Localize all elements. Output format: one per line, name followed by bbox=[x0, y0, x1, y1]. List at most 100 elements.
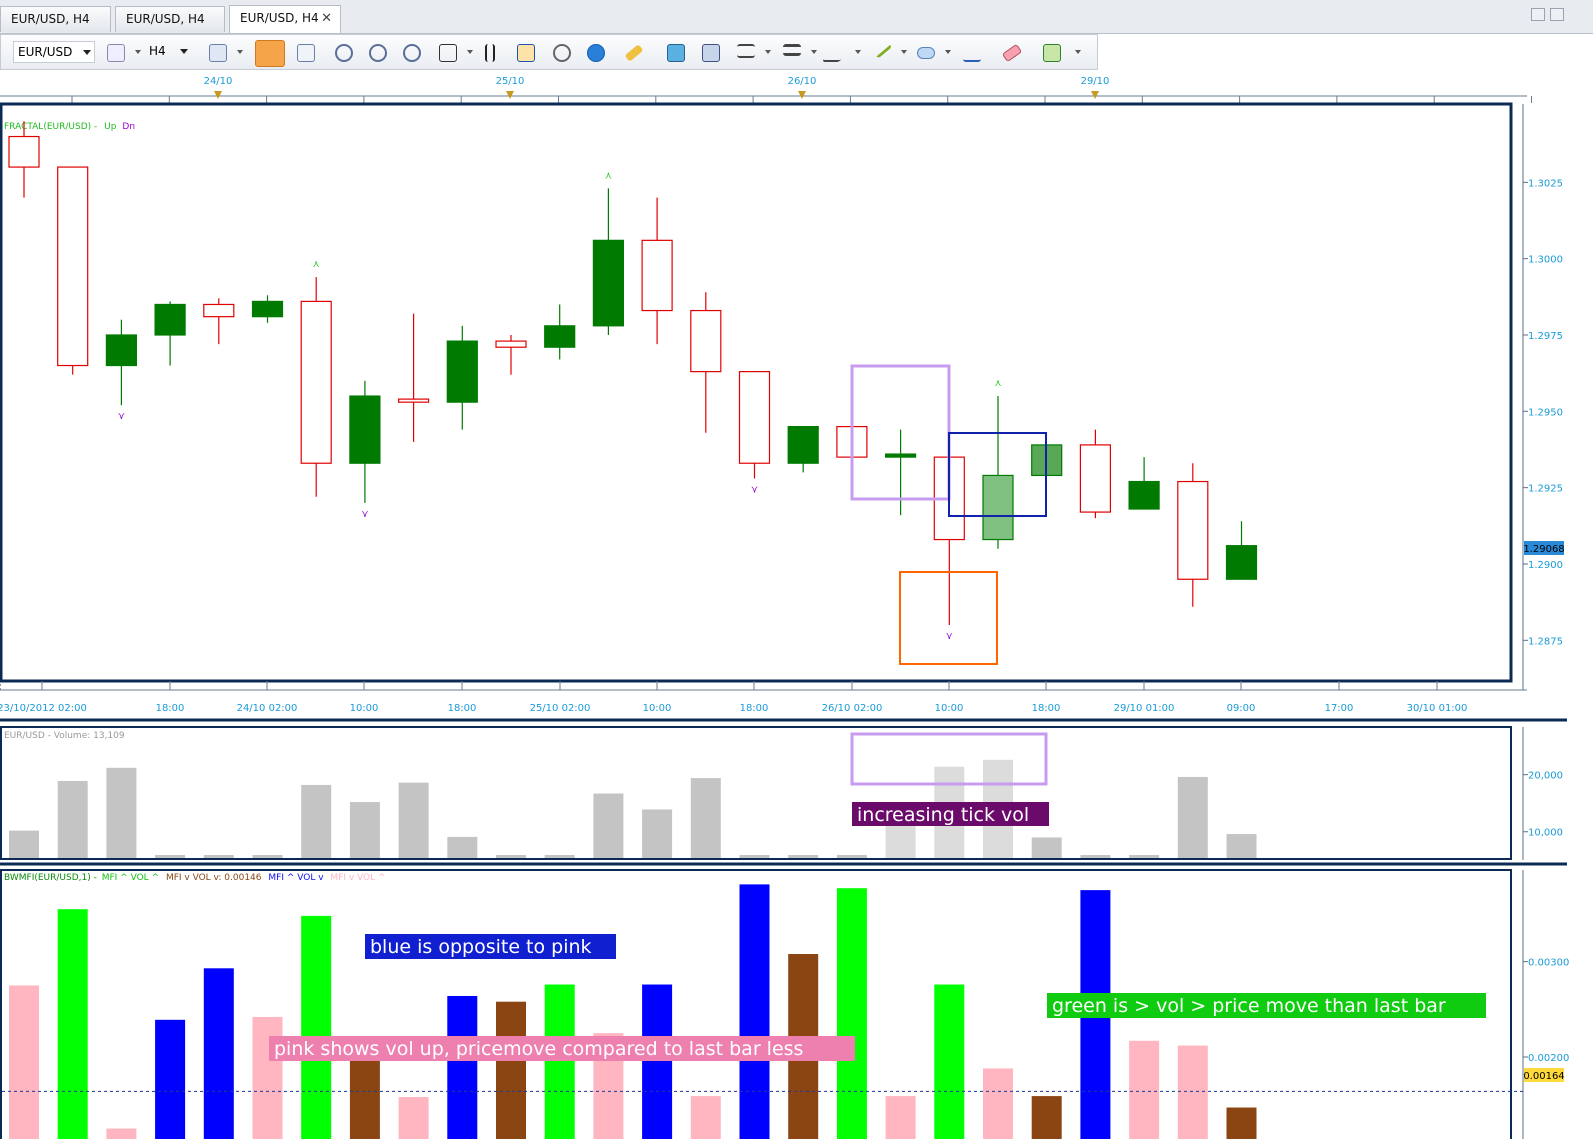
bwmfi-bar bbox=[885, 1096, 916, 1139]
bwmfi-bar bbox=[57, 909, 88, 1139]
price-tick-label: 1.2875 bbox=[1528, 636, 1563, 647]
candle-body bbox=[446, 340, 478, 403]
bwmfi-value-label: 0.00164 bbox=[1523, 1071, 1564, 1082]
time-label: 18:00 bbox=[740, 703, 769, 714]
time-label: 29/10 01:00 bbox=[1114, 703, 1175, 714]
candle-body bbox=[398, 398, 430, 403]
bwmfi-bar bbox=[252, 1016, 283, 1139]
bwmfi-bar bbox=[9, 985, 39, 1139]
candle bbox=[57, 166, 89, 375]
bwmfi-bar bbox=[934, 984, 965, 1139]
volume-legend: EUR/USD - Volume: 13,109 bbox=[4, 731, 125, 741]
volume-bar bbox=[349, 802, 380, 858]
volume-panel-border bbox=[0, 726, 1512, 860]
bwmfi-bar bbox=[398, 1097, 429, 1139]
time-label: 18:00 bbox=[1032, 703, 1061, 714]
price-tick-label: 1.2900 bbox=[1528, 560, 1563, 571]
volume-bar bbox=[9, 830, 39, 858]
volume-bar bbox=[496, 855, 526, 858]
time-label: 17:00 bbox=[1325, 703, 1354, 714]
volume-bar bbox=[1177, 776, 1208, 858]
volume-bar bbox=[203, 855, 234, 858]
volume-bar bbox=[544, 855, 575, 858]
bwmfi-bar bbox=[836, 888, 867, 1139]
price-tick-label: 1.2925 bbox=[1528, 484, 1563, 495]
candle-body bbox=[105, 334, 138, 367]
volume-bar bbox=[593, 793, 624, 858]
time-label: 25/10 02:00 bbox=[530, 703, 591, 714]
time-label: 18:00 bbox=[156, 703, 185, 714]
bwmfi-bar bbox=[447, 995, 478, 1139]
volume-bar bbox=[1031, 837, 1062, 858]
bwmfi-bar bbox=[739, 884, 770, 1139]
annotation-increasing-tick-vol[interactable]: increasing tick vol bbox=[857, 804, 1029, 826]
fractal-up-icon: ⋏ bbox=[605, 170, 612, 181]
volume-bar bbox=[106, 767, 137, 858]
volume-bar bbox=[252, 855, 283, 858]
candle-body bbox=[8, 135, 40, 168]
fractal-down-icon: ⋎ bbox=[361, 509, 368, 520]
fractal-down-icon: ⋎ bbox=[751, 484, 758, 495]
top-date-label: 26/10 bbox=[788, 76, 817, 87]
candle-body bbox=[1177, 480, 1209, 580]
top-axis: 24/10 25/10 26/10 29/10 bbox=[71, 76, 1532, 103]
date-marker-icon bbox=[798, 91, 806, 99]
price-tick-label: 1.2975 bbox=[1528, 331, 1563, 342]
volume-bar bbox=[57, 780, 88, 858]
bwmfi-bar bbox=[983, 1068, 1013, 1139]
volume-tick-label: 10,000 bbox=[1528, 828, 1563, 839]
candle-body bbox=[884, 453, 917, 458]
fractal-down-icon: ⋎ bbox=[946, 631, 953, 642]
chart-canvas[interactable]: 24/10 25/10 26/10 29/10 FRACTAL(EUR/USD) - … bbox=[0, 0, 1593, 1139]
bwmfi-tick-label: 0.00300 bbox=[1528, 958, 1569, 969]
fractal-down-icon: ⋎ bbox=[118, 411, 125, 422]
fractal-up-icon: ⋏ bbox=[313, 259, 320, 270]
time-label: 23/10/2012 02:00 bbox=[0, 703, 87, 714]
volume-bar bbox=[739, 855, 770, 858]
bwmfi-bar bbox=[544, 984, 575, 1139]
current-price-label: 1.29068 bbox=[1523, 544, 1564, 555]
volume-bar bbox=[642, 809, 673, 858]
candle-body bbox=[641, 239, 673, 312]
volume-bar bbox=[788, 855, 819, 858]
volume-bar bbox=[301, 784, 332, 858]
date-marker-icon bbox=[1091, 91, 1099, 99]
top-date-label: 29/10 bbox=[1081, 76, 1110, 87]
candle-body bbox=[300, 300, 332, 464]
time-label: 26/10 02:00 bbox=[822, 703, 883, 714]
candle-body bbox=[690, 309, 722, 373]
bwmfi-bar bbox=[1129, 1040, 1160, 1139]
volume-bar bbox=[836, 855, 867, 858]
annotation-pink-vol-up[interactable]: pink shows vol up, pricemove compared to… bbox=[274, 1038, 803, 1060]
candle-body bbox=[203, 303, 235, 318]
fractal-up-icon: ⋏ bbox=[994, 378, 1001, 389]
bwmfi-bar bbox=[642, 984, 673, 1139]
date-marker-icon bbox=[214, 91, 222, 99]
top-date-label: 25/10 bbox=[496, 76, 525, 87]
price-tick-label: 1.2950 bbox=[1528, 407, 1563, 418]
candle-body bbox=[982, 474, 1014, 541]
candle-body bbox=[544, 325, 576, 348]
bwmfi-bar bbox=[1177, 1045, 1208, 1139]
bwmfi-bar bbox=[1031, 1096, 1062, 1139]
candle-body bbox=[787, 425, 819, 464]
bwmfi-bar bbox=[496, 1001, 526, 1139]
volume-axis: 10,000 20,000 bbox=[1523, 771, 1563, 839]
candle-body bbox=[349, 395, 381, 464]
candle-body bbox=[1225, 545, 1258, 580]
time-label: 09:00 bbox=[1227, 703, 1256, 714]
bwmfi-axis: 0.00200 0.00300 bbox=[1523, 958, 1569, 1064]
volume-tick-label: 20,000 bbox=[1528, 771, 1563, 782]
annotation-blue-opposite-pink[interactable]: blue is opposite to pink bbox=[370, 936, 592, 958]
bwmfi-bar bbox=[690, 1096, 721, 1139]
annotation-green-vol-price[interactable]: green is > vol > price move than last ba… bbox=[1052, 995, 1446, 1017]
candle-body bbox=[592, 239, 625, 327]
price-tick-label: 1.3000 bbox=[1528, 255, 1563, 266]
volume-bar bbox=[398, 782, 429, 858]
volume-bar bbox=[1080, 855, 1111, 858]
price-tick-label: 1.3025 bbox=[1528, 178, 1563, 189]
candle-body bbox=[251, 300, 284, 318]
candle-body bbox=[154, 303, 186, 336]
bwmfi-bar bbox=[1226, 1107, 1257, 1139]
bwmfi-tick-label: 0.00200 bbox=[1528, 1053, 1569, 1064]
